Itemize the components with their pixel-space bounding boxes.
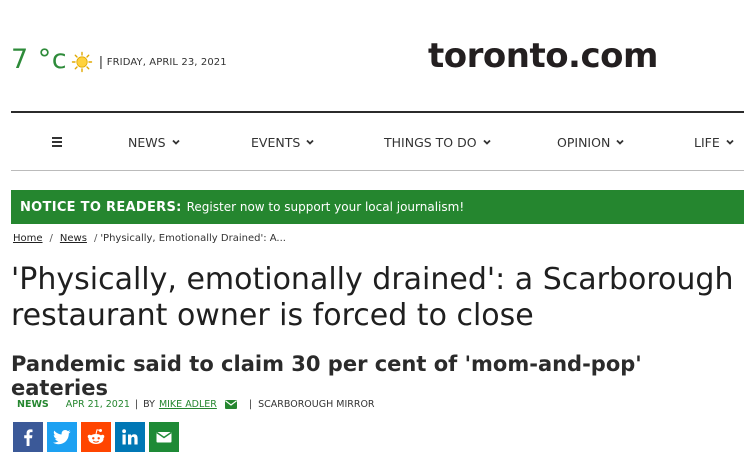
meta-separator: | <box>134 399 139 410</box>
chevron-down-icon <box>616 139 624 145</box>
share-facebook-button[interactable] <box>13 422 43 452</box>
breadcrumb-separator: / <box>49 233 53 244</box>
article-headline: 'Physically, emotionally drained': a Sca… <box>11 262 734 333</box>
notice-banner[interactable]: NOTICE TO READERS: Register now to suppo… <box>11 190 744 224</box>
share-linkedin-button[interactable] <box>115 422 145 452</box>
nav-item-events[interactable]: EVENTS <box>251 113 314 171</box>
chevron-down-icon <box>726 139 734 145</box>
weather-widget: 7 °c | FRIDAY, APRIL 23, 2021 <box>11 44 227 75</box>
linkedin-icon <box>122 429 138 445</box>
breadcrumb-separator: / <box>93 233 98 244</box>
facebook-icon <box>24 429 33 446</box>
breadcrumb-current: 'Physically, Emotionally Drained': A... <box>100 233 286 244</box>
hamburger-icon[interactable] <box>52 137 62 147</box>
twitter-icon <box>53 430 71 445</box>
byline-prefix: BY <box>143 399 155 410</box>
article-subheadline: Pandemic said to claim 30 per cent of 'm… <box>11 352 642 400</box>
email-icon <box>156 431 172 443</box>
nav-item-news[interactable]: NEWS <box>128 113 180 171</box>
publish-date: APR 21, 2021 <box>65 399 130 410</box>
share-email-button[interactable] <box>149 422 179 452</box>
reddit-icon <box>87 429 105 444</box>
temperature: 7 °c <box>11 44 68 75</box>
share-bar <box>13 422 183 452</box>
breadcrumb: Home / News / 'Physically, Emotionally D… <box>13 233 286 244</box>
chevron-down-icon <box>171 139 180 145</box>
nav-item-label: EVENTS <box>251 134 301 150</box>
sun-icon <box>71 51 93 72</box>
share-reddit-button[interactable] <box>81 422 111 452</box>
nav-item-things-to-do[interactable]: THINGS TO DO <box>384 113 491 171</box>
current-date: FRIDAY, APRIL 23, 2021 <box>106 56 227 68</box>
nav-item-label: THINGS TO DO <box>384 134 477 150</box>
nav-item-label: LIFE <box>694 134 720 150</box>
nav-item-label: NEWS <box>128 134 166 150</box>
section-label[interactable]: NEWS <box>17 399 49 410</box>
main-navigation: NEWS EVENTS THINGS TO DO OPINION LIFE <box>11 111 744 171</box>
notice-text[interactable]: Register now to support your local journ… <box>187 200 465 214</box>
nav-item-life[interactable]: LIFE <box>694 113 734 171</box>
site-header: 7 °c | FRIDAY, APRIL 23, 2021 toronto.co… <box>0 0 744 112</box>
publication-source: SCARBOROUGH MIRROR <box>258 399 375 410</box>
nav-item-label: OPINION <box>557 134 611 150</box>
date-separator: | <box>99 52 103 69</box>
chevron-down-icon <box>306 139 314 145</box>
chevron-down-icon <box>482 139 491 145</box>
author-link[interactable]: MIKE ADLER <box>159 399 217 410</box>
meta-separator: | <box>248 399 253 410</box>
notice-title: NOTICE TO READERS: <box>20 199 182 215</box>
envelope-icon[interactable] <box>224 400 237 409</box>
site-logo[interactable]: toronto.com <box>428 36 658 76</box>
breadcrumb-home-link[interactable]: Home <box>13 233 43 244</box>
nav-item-opinion[interactable]: OPINION <box>557 113 624 171</box>
breadcrumb-news-link[interactable]: News <box>60 233 87 244</box>
article-meta: NEWS APR 21, 2021 | BY MIKE ADLER | SCAR… <box>17 399 375 410</box>
share-twitter-button[interactable] <box>47 422 77 452</box>
